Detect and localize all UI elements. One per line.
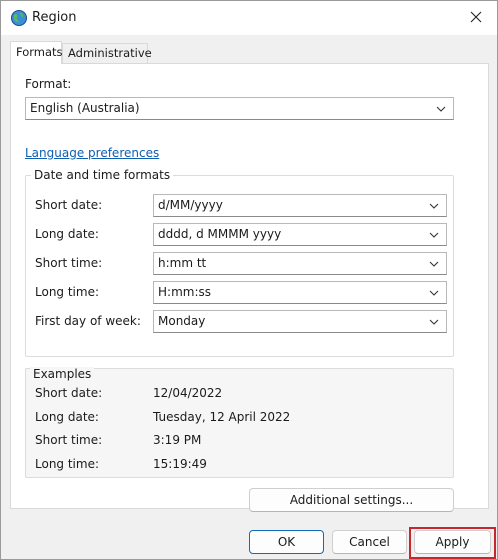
short-time-label: Short time: xyxy=(35,256,103,270)
examples-group: Examples Short date: 12/04/2022 Long dat… xyxy=(25,367,454,478)
chevron-down-icon xyxy=(428,316,440,328)
long-time-value: H:mm:ss xyxy=(158,285,211,299)
language-preferences-link[interactable]: Language preferences xyxy=(25,146,159,160)
close-button[interactable] xyxy=(455,1,497,35)
long-date-value: dddd, d MMMM yyyy xyxy=(158,227,282,241)
examples-title: Examples xyxy=(30,367,95,381)
ok-button[interactable]: OK xyxy=(249,530,324,554)
format-select[interactable]: English (Australia) xyxy=(25,97,454,120)
first-day-of-week-select[interactable]: Monday xyxy=(153,310,447,333)
datetime-formats-group: Date and time formats Short date: d/MM/y… xyxy=(25,168,454,357)
example-long-date-value: Tuesday, 12 April 2022 xyxy=(153,410,291,424)
region-dialog: Region Formats Administrative Format: En… xyxy=(0,0,498,560)
long-time-select[interactable]: H:mm:ss xyxy=(153,281,447,304)
chevron-down-icon xyxy=(428,258,440,270)
example-short-time-value: 3:19 PM xyxy=(153,433,202,447)
title-bar: Region xyxy=(1,1,497,35)
example-long-date-label: Long date: xyxy=(35,410,99,424)
format-label: Format: xyxy=(25,77,72,91)
chevron-down-icon xyxy=(428,200,440,212)
long-date-label: Long date: xyxy=(35,227,99,241)
chevron-down-icon xyxy=(435,103,447,115)
example-short-date-label: Short date: xyxy=(35,386,103,400)
short-date-select[interactable]: d/MM/yyyy xyxy=(153,194,447,217)
cancel-button[interactable]: Cancel xyxy=(332,530,407,554)
example-short-date-value: 12/04/2022 xyxy=(153,386,223,400)
first-day-of-week-label: First day of week: xyxy=(35,314,141,328)
globe-icon xyxy=(10,9,28,27)
example-long-time-label: Long time: xyxy=(35,457,100,471)
first-day-of-week-value: Monday xyxy=(158,314,206,328)
short-time-value: h:mm tt xyxy=(158,256,207,270)
close-icon xyxy=(470,9,482,27)
tab-formats[interactable]: Formats xyxy=(10,41,63,64)
chevron-down-icon xyxy=(428,229,440,241)
short-date-label: Short date: xyxy=(35,198,103,212)
datetime-formats-title: Date and time formats xyxy=(31,168,174,182)
apply-button[interactable]: Apply xyxy=(414,530,491,554)
short-time-select[interactable]: h:mm tt xyxy=(153,252,447,275)
additional-settings-button[interactable]: Additional settings... xyxy=(249,488,454,512)
format-select-value: English (Australia) xyxy=(30,101,140,115)
long-time-label: Long time: xyxy=(35,285,100,299)
long-date-select[interactable]: dddd, d MMMM yyyy xyxy=(153,223,447,246)
chevron-down-icon xyxy=(428,287,440,299)
formats-panel: Format: English (Australia) Language pre… xyxy=(10,63,489,512)
tab-administrative[interactable]: Administrative xyxy=(62,43,152,63)
window-title: Region xyxy=(32,10,77,25)
example-long-time-value: 15:19:49 xyxy=(153,457,207,471)
example-short-time-label: Short time: xyxy=(35,433,103,447)
short-date-value: d/MM/yyyy xyxy=(158,198,223,212)
